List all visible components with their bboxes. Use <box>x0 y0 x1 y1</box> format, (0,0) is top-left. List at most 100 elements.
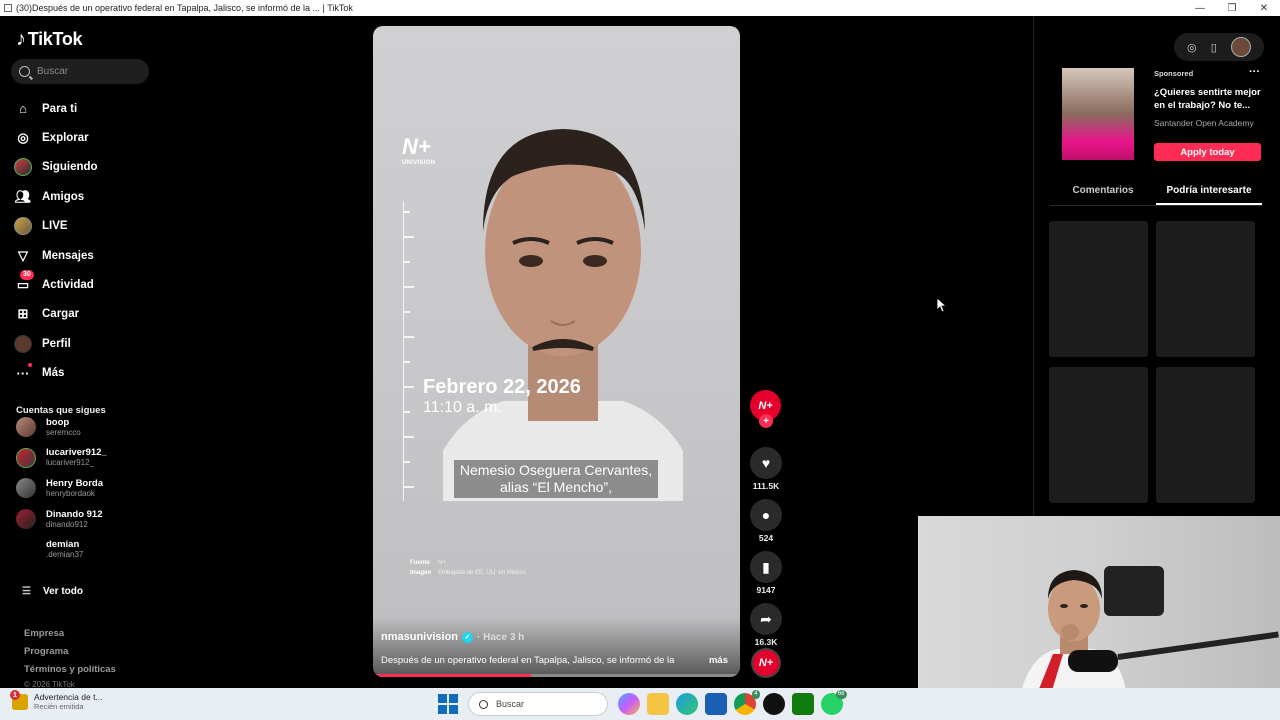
author-name[interactable]: nmasunivision <box>381 631 458 643</box>
suggestion-tile[interactable] <box>1156 367 1255 503</box>
height-ruler <box>403 201 415 501</box>
follow-name: boop <box>46 416 70 428</box>
microphone <box>1068 650 1118 672</box>
following-item[interactable]: demian .demian37 <box>16 534 107 565</box>
window-title: (30)Después de un operativo federal en T… <box>16 3 353 13</box>
suggestion-tile[interactable] <box>1049 367 1148 503</box>
footer-link[interactable]: Empresa <box>24 628 116 646</box>
nav-label: Actividad <box>42 279 94 292</box>
like-button[interactable]: ♥ <box>750 447 782 479</box>
avatar <box>16 509 36 530</box>
following-item[interactable]: Dinando 912 dinando912 <box>16 504 107 535</box>
following-item[interactable]: boop seremcco <box>16 412 107 443</box>
upload-icon: ⊞ <box>17 306 29 322</box>
user-avatar[interactable] <box>1230 37 1251 57</box>
nav-label: Perfil <box>42 337 71 350</box>
app-icon <box>4 4 12 12</box>
tab-podria-interesarte[interactable]: Podría interesarte <box>1156 178 1262 205</box>
tiktok-logo[interactable]: ♪ TikTok <box>16 28 83 51</box>
video-date: Febrero 22, 2026 11:10 a. m. <box>423 376 581 417</box>
avatar <box>16 447 36 468</box>
video-player[interactable]: N+ UNIVISION Febrero 22, 2026 11:10 a. m… <box>373 26 740 677</box>
post-time: · Hace 3 h <box>477 631 525 643</box>
warning-icon: 1 <box>10 690 28 710</box>
nav-label: Mensajes <box>42 249 94 262</box>
store-icon[interactable] <box>704 693 727 715</box>
tiktok-note-icon: ♪ <box>16 28 26 50</box>
avatar <box>16 539 36 560</box>
nav-perfil[interactable]: Perfil <box>14 329 98 358</box>
video-description: Después de un operativo federal en Tapal… <box>381 655 675 666</box>
see-all-link[interactable]: ☰ Ver todo <box>22 586 83 597</box>
minimize-button[interactable]: — <box>1184 0 1216 16</box>
close-button[interactable]: ✕ <box>1248 0 1280 16</box>
video-caption: Nemesio Oseguera Cervantes, alias “El Me… <box>454 460 658 498</box>
share-button[interactable]: ➦ <box>750 603 782 635</box>
home-icon: ⌂ <box>19 101 27 117</box>
comment-icon: ● <box>761 507 771 523</box>
follow-username: seremcco <box>46 427 81 437</box>
xbox-icon[interactable] <box>791 693 814 715</box>
mouse-cursor-icon <box>937 298 947 312</box>
avatar <box>16 417 36 438</box>
avatar <box>16 478 36 499</box>
phone-icon[interactable]: ▯ <box>1211 41 1217 54</box>
save-button[interactable]: ▮ <box>750 551 782 583</box>
widget-title: Advertencia de t... <box>34 692 103 702</box>
edge-icon[interactable] <box>675 693 698 715</box>
follow-username: henrybordaok <box>46 488 95 498</box>
nav-amigos[interactable]: 👥︎ Amigos <box>14 182 98 211</box>
comment-button[interactable]: ● <box>750 499 782 531</box>
chrome-icon[interactable]: 4 <box>733 690 760 715</box>
weather-warning-widget[interactable]: 1 Advertencia de t... Recién emitida <box>10 690 103 712</box>
taskbar-apps: Buscar 4 66 <box>438 690 847 716</box>
footer-link[interactable]: Programa <box>24 646 116 664</box>
follow-name: demian <box>46 539 80 551</box>
new-dot <box>28 363 32 368</box>
restore-button[interactable]: ❐ <box>1216 0 1248 16</box>
ad-thumbnail[interactable] <box>1062 68 1134 160</box>
search-placeholder: Buscar <box>37 66 69 77</box>
suggestion-tile[interactable] <box>1156 221 1255 357</box>
video-author[interactable]: nmasunivision ✓ · Hace 3 h <box>381 631 524 643</box>
start-button[interactable] <box>438 694 458 714</box>
video-progress-fill <box>373 674 531 677</box>
taskbar-search[interactable]: Buscar <box>468 692 608 716</box>
brand-name: TikTok <box>27 29 83 49</box>
follow-username: lucariver912_ <box>46 458 95 468</box>
nav-mensajes[interactable]: ▽ Mensajes <box>14 241 98 270</box>
following-item[interactable]: Henry Borda henrybordaok <box>16 473 107 504</box>
nav-label: Explorar <box>42 132 89 145</box>
tab-comentarios[interactable]: Comentarios <box>1050 178 1156 205</box>
follow-plus-icon[interactable]: + <box>759 414 773 428</box>
widget-subtitle: Recién emitida <box>34 702 84 711</box>
nav-mas[interactable]: ··· Más <box>14 359 98 388</box>
univision-logo: N+ UNIVISION <box>402 134 436 166</box>
file-explorer-icon[interactable] <box>646 693 669 715</box>
nav-cargar[interactable]: ⊞ Cargar <box>14 300 98 329</box>
tiktok-app-icon[interactable] <box>762 693 785 715</box>
following-item[interactable]: lucariver912_ lucariver912_ <box>16 443 107 474</box>
ad-cta-button[interactable]: Apply today <box>1154 143 1261 161</box>
ad-options-icon[interactable]: ··· <box>1249 66 1260 78</box>
nav-para-ti[interactable]: ⌂ Para ti <box>14 94 98 123</box>
whatsapp-icon[interactable]: 66 <box>820 690 847 715</box>
suggestion-tile[interactable] <box>1049 221 1148 357</box>
copilot-icon[interactable] <box>617 693 640 715</box>
video-source: Fuente N+ Imagen Embajada de EE. UU. en Mé… <box>410 560 526 576</box>
more-button[interactable]: más <box>709 655 728 666</box>
sound-disc[interactable]: N+ <box>751 648 781 678</box>
nav-explorar[interactable]: ◎ Explorar <box>14 123 98 152</box>
nav-actividad[interactable]: ▭ 30 Actividad <box>14 270 98 299</box>
ad-title[interactable]: ¿Quieres sentirte mejor en el trabajo? N… <box>1154 86 1264 112</box>
search-input[interactable]: Buscar <box>11 59 149 84</box>
compass-icon[interactable]: ◎ <box>1187 41 1197 54</box>
creator-avatar[interactable]: N+ + <box>750 390 781 428</box>
avatar <box>14 158 32 177</box>
follow-name: lucariver912_ <box>46 447 107 459</box>
friends-icon: 👥︎ <box>14 188 32 204</box>
video-progress[interactable] <box>373 674 740 677</box>
sponsored-ad[interactable]: Sponsored ··· ¿Quieres sentirte mejor en… <box>1052 66 1264 161</box>
nav-live[interactable]: LIVE <box>14 212 98 241</box>
nav-siguiendo[interactable]: Siguiendo <box>14 153 98 182</box>
